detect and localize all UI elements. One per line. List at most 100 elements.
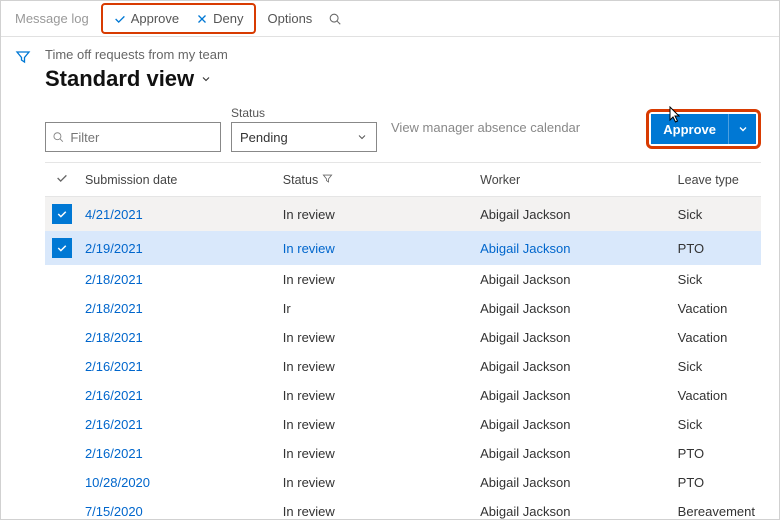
filter-input[interactable] (70, 130, 214, 145)
cell-worker: Abigail Jackson (474, 265, 672, 294)
cell-worker: Abigail Jackson (474, 231, 672, 265)
message-log-label: Message log (15, 11, 89, 26)
cell-submission-date[interactable]: 2/18/2021 (79, 323, 277, 352)
options-toolbar-button[interactable]: Options (260, 7, 321, 30)
table-row[interactable]: 7/15/2020In reviewAbigail JacksonBereave… (45, 497, 761, 519)
options-label: Options (268, 11, 313, 26)
row-checkbox[interactable] (45, 231, 79, 265)
select-all-header[interactable] (45, 163, 79, 197)
cell-leave-type: Vacation (672, 323, 761, 352)
cell-leave-type: PTO (672, 439, 761, 468)
calendar-link[interactable]: View manager absence calendar (391, 120, 580, 139)
message-log-tab[interactable]: Message log (7, 7, 97, 30)
x-icon (195, 12, 209, 26)
col-leave[interactable]: Leave type (672, 163, 761, 197)
cell-submission-date[interactable]: 7/15/2020 (79, 497, 277, 519)
cell-status: In review (277, 323, 474, 352)
cell-status: Ir (277, 294, 474, 323)
status-select[interactable]: Pending (231, 122, 377, 152)
cell-submission-date[interactable]: 4/21/2021 (79, 197, 277, 232)
table-row[interactable]: 2/16/2021In reviewAbigail JacksonSick (45, 352, 761, 381)
table-row[interactable]: 2/19/2021In reviewAbigail JacksonPTO (45, 231, 761, 265)
cell-status: In review (277, 265, 474, 294)
cell-submission-date[interactable]: 2/16/2021 (79, 352, 277, 381)
table-row[interactable]: 10/28/2020In reviewAbigail JacksonPTO (45, 468, 761, 497)
table-row[interactable]: 2/16/2021In reviewAbigail JacksonPTO (45, 439, 761, 468)
approve-label: Approve (131, 11, 179, 26)
cell-worker: Abigail Jackson (474, 323, 672, 352)
filter-input-wrap[interactable] (45, 122, 221, 152)
approve-deny-highlight: Approve Deny (101, 3, 256, 34)
deny-label: Deny (213, 11, 243, 26)
table-row[interactable]: 2/16/2021In reviewAbigail JacksonVacatio… (45, 381, 761, 410)
table-row[interactable]: 2/18/2021In reviewAbigail JacksonSick (45, 265, 761, 294)
cell-submission-date[interactable]: 2/16/2021 (79, 410, 277, 439)
status-label: Status (231, 106, 377, 120)
deny-toolbar-button[interactable]: Deny (187, 7, 251, 30)
cell-submission-date[interactable]: 2/19/2021 (79, 231, 277, 265)
row-checkbox[interactable] (45, 497, 79, 519)
table-header-row: Submission date Status Worker Leave type (45, 163, 761, 197)
row-checkbox[interactable] (45, 439, 79, 468)
row-checkbox[interactable] (45, 410, 79, 439)
approve-dropdown[interactable] (728, 114, 756, 144)
filter-funnel-icon (322, 173, 333, 184)
cell-worker: Abigail Jackson (474, 410, 672, 439)
row-checkbox[interactable] (45, 381, 79, 410)
approve-toolbar-button[interactable]: Approve (105, 7, 187, 30)
cell-submission-date[interactable]: 2/18/2021 (79, 265, 277, 294)
cell-status: In review (277, 197, 474, 232)
view-title-text: Standard view (45, 66, 194, 92)
approve-button-highlight: Approve (646, 109, 761, 149)
row-checkbox[interactable] (45, 265, 79, 294)
chevron-down-icon (200, 73, 212, 85)
table-row[interactable]: 4/21/2021In reviewAbigail JacksonSick (45, 197, 761, 232)
view-title[interactable]: Standard view (45, 66, 761, 92)
cell-submission-date[interactable]: 10/28/2020 (79, 468, 277, 497)
cell-status: In review (277, 352, 474, 381)
table-row[interactable]: 2/18/2021IrAbigail JacksonVacation (45, 294, 761, 323)
breadcrumb: Time off requests from my team (45, 47, 761, 62)
col-worker[interactable]: Worker (474, 163, 672, 197)
search-toolbar-button[interactable] (320, 8, 350, 30)
col-submission[interactable]: Submission date (79, 163, 277, 197)
cell-status: In review (277, 468, 474, 497)
check-icon (113, 12, 127, 26)
search-icon (52, 130, 64, 144)
top-toolbar: Message log Approve Deny Options (1, 1, 779, 37)
row-checkbox[interactable] (45, 197, 79, 232)
approve-button[interactable]: Approve (651, 114, 728, 144)
cell-leave-type: Vacation (672, 294, 761, 323)
cell-leave-type: Vacation (672, 381, 761, 410)
table-row[interactable]: 2/18/2021In reviewAbigail JacksonVacatio… (45, 323, 761, 352)
check-icon (55, 171, 69, 185)
col-status-label: Status (283, 173, 318, 187)
cell-status: In review (277, 410, 474, 439)
controls-row: Status Pending View manager absence cale… (45, 106, 761, 152)
row-checkbox[interactable] (45, 352, 79, 381)
cell-leave-type: Sick (672, 352, 761, 381)
cell-worker: Abigail Jackson (474, 439, 672, 468)
cell-submission-date[interactable]: 2/16/2021 (79, 439, 277, 468)
cell-submission-date[interactable]: 2/16/2021 (79, 381, 277, 410)
cell-status: In review (277, 381, 474, 410)
cell-worker: Abigail Jackson (474, 497, 672, 519)
search-icon (328, 12, 342, 26)
status-value: Pending (240, 130, 288, 145)
cell-leave-type: Sick (672, 410, 761, 439)
table-row[interactable]: 2/16/2021In reviewAbigail JacksonSick (45, 410, 761, 439)
col-status[interactable]: Status (277, 163, 474, 197)
cell-status: In review (277, 497, 474, 519)
left-gutter (1, 37, 45, 519)
cell-worker: Abigail Jackson (474, 294, 672, 323)
row-checkbox[interactable] (45, 468, 79, 497)
cell-status: In review (277, 439, 474, 468)
cell-status: In review (277, 231, 474, 265)
cell-leave-type: PTO (672, 468, 761, 497)
row-checkbox[interactable] (45, 323, 79, 352)
row-checkbox[interactable] (45, 294, 79, 323)
cell-submission-date[interactable]: 2/18/2021 (79, 294, 277, 323)
cell-worker: Abigail Jackson (474, 381, 672, 410)
filter-funnel-icon[interactable] (15, 49, 31, 65)
cell-leave-type: Sick (672, 197, 761, 232)
